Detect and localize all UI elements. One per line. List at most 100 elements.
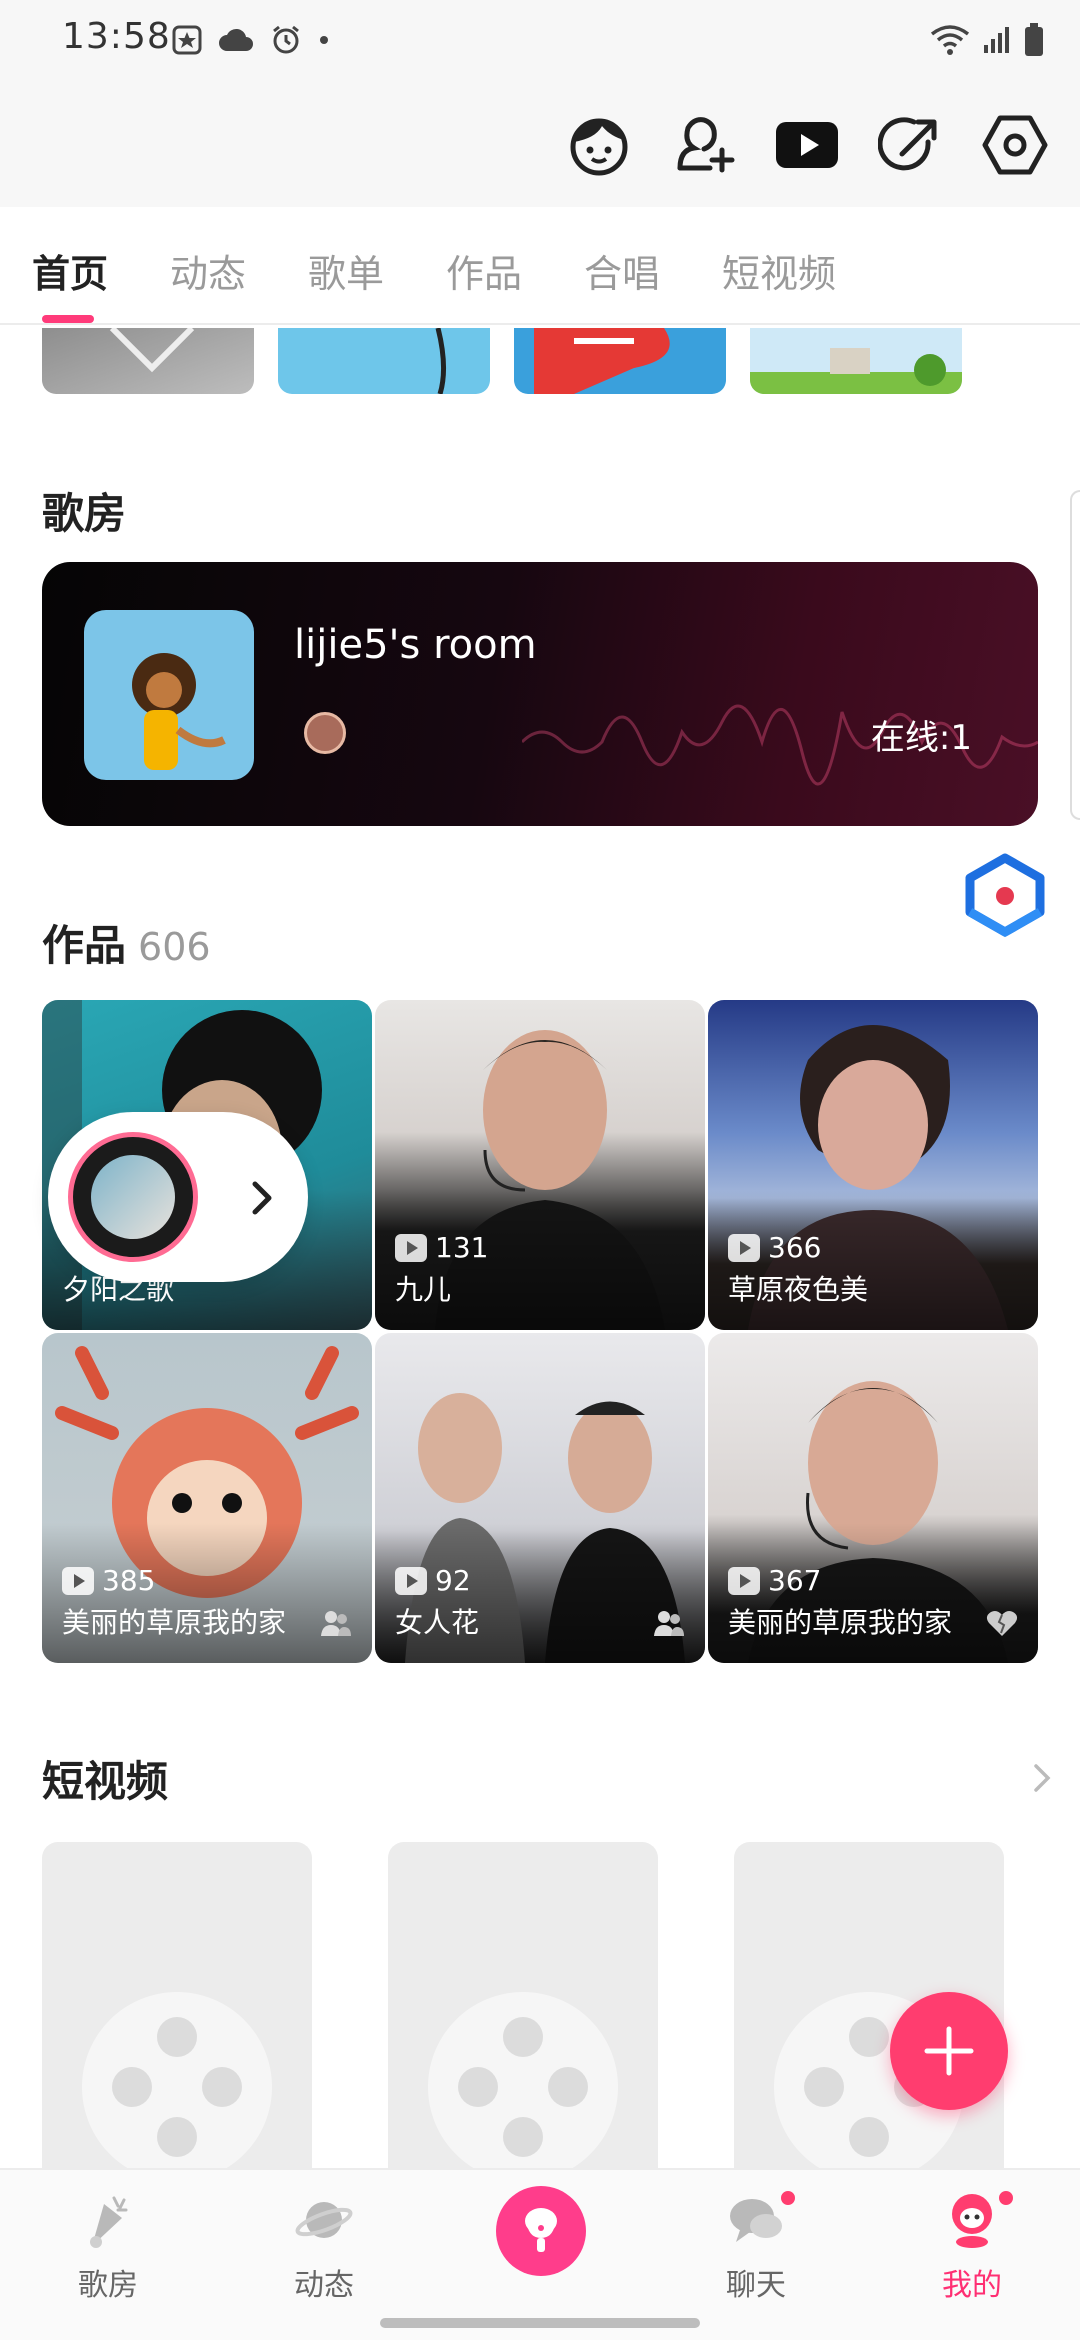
playlist-thumbnail-strip (42, 328, 962, 394)
plus-icon (924, 2026, 974, 2076)
tab-playlists[interactable]: 歌单 (308, 243, 384, 298)
bottom-navigation: 歌房 动态 聊天 我的 (0, 2168, 1080, 2340)
signal-icon (982, 25, 1012, 55)
work-title: 草原夜色美 (728, 1273, 869, 1306)
tab-works[interactable]: 作品 (446, 243, 522, 298)
room-card[interactable]: lijie5's room 在线:1 (42, 562, 1038, 826)
cloud-icon (218, 27, 254, 53)
status-notification-icons (172, 20, 330, 60)
short-video-section-title: 短视频 (42, 1757, 169, 1806)
reel-hole (157, 2117, 197, 2157)
thumbnail[interactable] (278, 328, 490, 394)
floating-logo-icon[interactable] (962, 852, 1048, 938)
dot-icon (318, 34, 330, 46)
tab-short-videos[interactable]: 短视频 (722, 243, 836, 298)
tab-home[interactable]: 首页 (32, 243, 108, 298)
work-title: 九儿 (395, 1273, 452, 1306)
profile-icon (952, 2194, 992, 2248)
nav-item-chat[interactable]: 聊天 (686, 2188, 826, 2304)
room-cover (84, 610, 254, 780)
work-title: 美丽的草原我的家 (728, 1606, 953, 1639)
duet-icon (320, 1609, 352, 1641)
record-button[interactable] (496, 2186, 586, 2276)
reel-hole (849, 2117, 889, 2157)
face-avatar-icon[interactable] (564, 110, 634, 180)
chevron-right-icon[interactable] (234, 1170, 290, 1226)
short-video-placeholder[interactable] (388, 1842, 658, 2172)
play-count: 367 (728, 1564, 821, 1597)
work-card[interactable]: 131 九儿 (375, 1000, 705, 1330)
tab-feed[interactable]: 动态 (170, 243, 246, 298)
play-count-icon (62, 1566, 94, 1595)
work-title: 美丽的草原我的家 (62, 1606, 287, 1639)
play-count-value: 92 (435, 1564, 471, 1597)
play-count-value: 367 (768, 1564, 822, 1597)
status-bar: 13:58 (0, 0, 1080, 78)
status-time: 13:58 (62, 16, 171, 57)
film-reel-icon (82, 1992, 272, 2172)
play-count-icon (728, 1233, 760, 1262)
reel-hole (157, 2017, 197, 2057)
play-count-icon (395, 1566, 427, 1595)
reel-hole (548, 2067, 588, 2107)
works-title: 作品 (42, 921, 127, 970)
wifi-icon (930, 24, 970, 56)
thumbnail[interactable] (514, 328, 726, 394)
reel-hole (503, 2017, 543, 2057)
play-count: 92 (395, 1564, 471, 1597)
reel-hole (112, 2067, 152, 2107)
work-card[interactable]: 92 女人花 (375, 1333, 705, 1663)
share-icon[interactable] (876, 110, 946, 180)
home-indicator[interactable] (380, 2318, 700, 2328)
nav-label: 歌房 (78, 2268, 138, 2303)
active-tab-indicator (42, 315, 94, 323)
chat-icon (730, 2199, 782, 2242)
add-button[interactable] (890, 1992, 1008, 2110)
room-name: lijie5's room (294, 622, 537, 668)
karaoke-room-icon (90, 2196, 128, 2248)
nav-item-rooms[interactable]: 歌房 (38, 2190, 178, 2304)
works-section-title: 作品 606 (42, 912, 211, 973)
app-screen: 13:58 首页 动态 歌单 作品 合唱 短视频 歌房 lijie5's roo… (0, 0, 1080, 2340)
chevron-right-icon[interactable] (1030, 1760, 1054, 1800)
planet-icon (295, 2202, 353, 2238)
side-drawer-handle[interactable] (1070, 490, 1080, 820)
broken-heart-icon (986, 1609, 1018, 1641)
play-count: 131 (395, 1231, 488, 1264)
play-count: 385 (62, 1564, 155, 1597)
room-member-avatar[interactable] (304, 712, 346, 754)
room-online-count: 在线:1 (870, 718, 972, 758)
status-system-icons (930, 20, 1044, 60)
film-reel-icon (428, 1992, 618, 2172)
nav-item-me[interactable]: 我的 (902, 2188, 1042, 2304)
chat-badge (778, 2188, 798, 2208)
profile-tabs: 首页 动态 歌单 作品 合唱 短视频 (0, 207, 1080, 325)
play-count-value: 131 (435, 1231, 489, 1264)
alarm-icon (270, 24, 302, 56)
starmaker-notification-icon (172, 25, 202, 55)
reel-hole (458, 2067, 498, 2107)
thumbnail[interactable] (750, 328, 962, 394)
mini-player[interactable] (48, 1112, 308, 1282)
profile-badge (996, 2188, 1016, 2208)
disc-cover (91, 1155, 175, 1239)
short-video-placeholder[interactable] (42, 1842, 312, 2172)
play-count-icon (395, 1233, 427, 1262)
nav-item-feed[interactable]: 动态 (254, 2190, 394, 2304)
add-friend-icon[interactable] (668, 110, 738, 180)
reel-hole (804, 2067, 844, 2107)
duet-icon (653, 1609, 685, 1641)
play-count: 366 (728, 1231, 821, 1264)
nav-label: 我的 (942, 2268, 1002, 2303)
reel-hole (503, 2117, 543, 2157)
settings-icon[interactable] (980, 110, 1050, 180)
tab-duets[interactable]: 合唱 (584, 243, 660, 298)
now-playing-disc[interactable] (68, 1132, 198, 1262)
work-card[interactable]: 385 美丽的草原我的家 (42, 1333, 372, 1663)
microphone-icon (525, 2208, 557, 2252)
work-card[interactable]: 366 草原夜色美 (708, 1000, 1038, 1330)
work-card[interactable]: 367 美丽的草原我的家 (708, 1333, 1038, 1663)
thumbnail[interactable] (42, 328, 254, 394)
video-play-icon[interactable] (772, 110, 842, 180)
play-count-value: 385 (102, 1564, 156, 1597)
